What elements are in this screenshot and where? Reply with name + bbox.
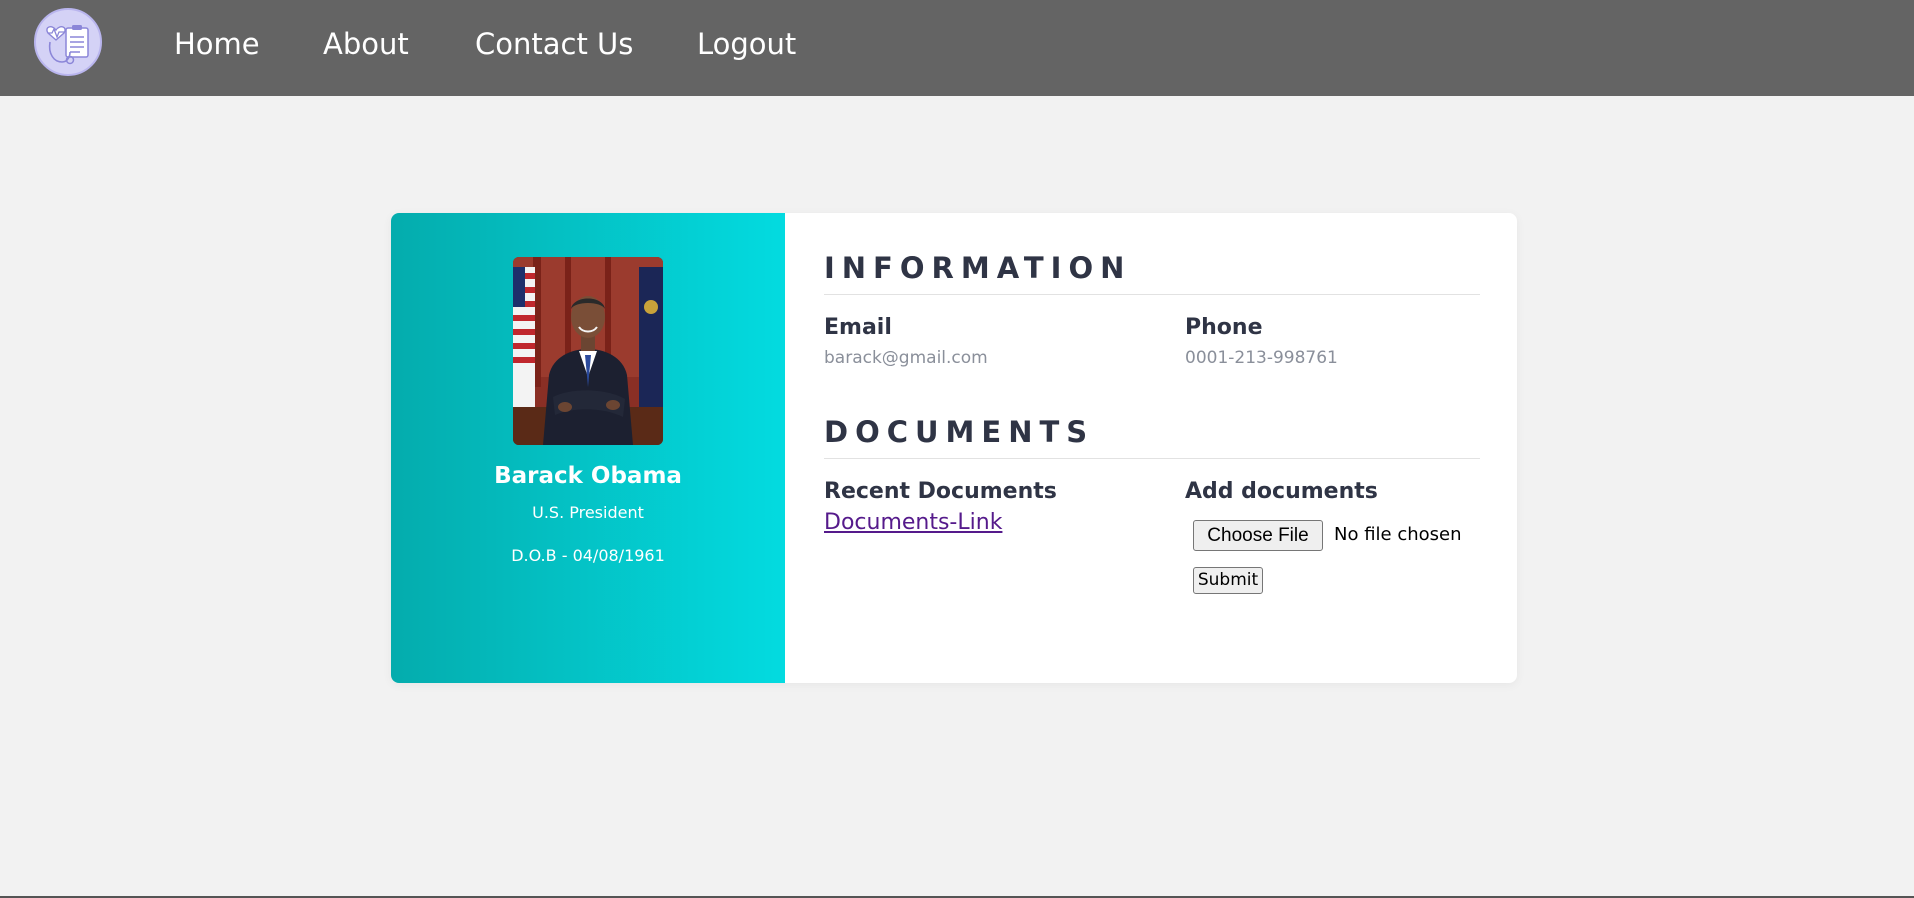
profile-sidebar: Barack Obama U.S. President D.O.B - 04/0… [391, 213, 785, 683]
phone-value: 0001-213-998761 [1185, 348, 1338, 368]
nav-link-home[interactable]: Home [174, 24, 260, 64]
profile-dob: D.O.B - 04/08/1961 [511, 546, 665, 565]
recent-documents-label: Recent Documents [824, 479, 1057, 504]
documents-divider [824, 458, 1480, 459]
nav-link-about[interactable]: About [323, 24, 409, 64]
add-documents-label: Add documents [1185, 479, 1378, 504]
phone-label: Phone [1185, 315, 1263, 340]
information-heading: INFORMATION [824, 251, 1132, 285]
email-value: barack@gmail.com [824, 348, 988, 368]
nav-link-logout[interactable]: Logout [697, 24, 796, 64]
medical-logo-icon[interactable] [34, 8, 102, 76]
profile-details: INFORMATION Email barack@gmail.com Phone… [785, 213, 1517, 683]
profile-card: Barack Obama U.S. President D.O.B - 04/0… [391, 213, 1517, 683]
documents-heading: DOCUMENTS [824, 415, 1095, 449]
nav-link-contact-us[interactable]: Contact Us [475, 24, 633, 64]
no-file-chosen-text: No file chosen [1334, 524, 1462, 545]
documents-link[interactable]: Documents-Link [824, 509, 1002, 537]
email-label: Email [824, 315, 892, 340]
profile-title: U.S. President [532, 503, 644, 522]
information-divider [824, 294, 1480, 295]
choose-file-button[interactable]: Choose File [1193, 520, 1323, 551]
top-navbar: Home About Contact Us Logout [0, 0, 1914, 96]
profile-name: Barack Obama [494, 463, 682, 489]
profile-photo [513, 257, 663, 445]
submit-button[interactable]: Submit [1193, 567, 1263, 594]
